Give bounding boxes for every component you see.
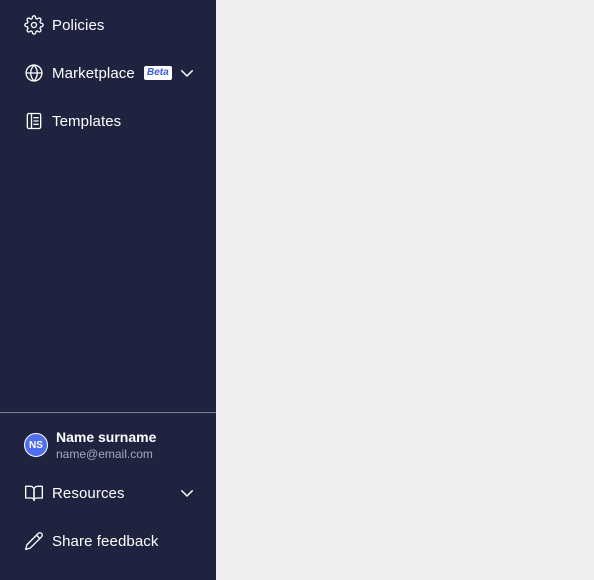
sidebar-item-templates[interactable]: Templates <box>0 101 216 141</box>
sidebar-item-share-feedback[interactable]: Share feedback <box>0 521 216 561</box>
sidebar: Policies Marketplace Beta Templates NS N… <box>0 0 216 580</box>
templates-icon <box>24 111 44 131</box>
sidebar-item-label: Resources <box>52 484 125 502</box>
sidebar-item-label: Share feedback <box>52 532 159 550</box>
sidebar-item-label: Policies <box>52 16 105 34</box>
pencil-icon <box>24 531 44 551</box>
sidebar-item-label: Marketplace <box>52 64 135 82</box>
user-name: Name surname <box>56 429 157 445</box>
sidebar-item-label: Templates <box>52 112 122 130</box>
sidebar-item-resources[interactable]: Resources <box>0 473 216 513</box>
chevron-down-icon[interactable] <box>178 64 196 82</box>
sidebar-item-marketplace[interactable]: Marketplace Beta <box>0 53 216 93</box>
sidebar-item-policies[interactable]: Policies <box>0 5 216 45</box>
chevron-down-icon[interactable] <box>178 484 196 502</box>
book-icon <box>24 483 44 503</box>
beta-badge: Beta <box>144 66 172 80</box>
sidebar-divider <box>0 412 216 413</box>
gear-icon <box>24 15 44 35</box>
main-content <box>216 0 594 580</box>
user-profile[interactable]: NS Name surname name@email.com <box>0 424 216 466</box>
user-email: name@email.com <box>56 447 153 461</box>
avatar: NS <box>24 433 48 457</box>
globe-icon <box>24 63 44 83</box>
